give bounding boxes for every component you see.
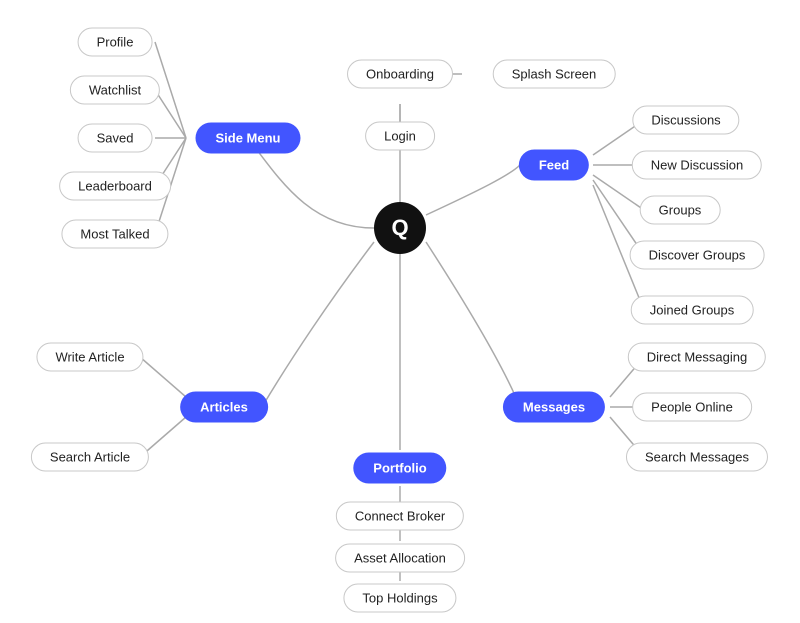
search-messages-node[interactable]: Search Messages bbox=[626, 443, 768, 472]
center-node: Q bbox=[374, 202, 426, 254]
groups-label: Groups bbox=[640, 196, 721, 225]
people-online-label: People Online bbox=[632, 393, 752, 422]
messages-label: Messages bbox=[503, 392, 605, 423]
search-messages-label: Search Messages bbox=[626, 443, 768, 472]
joined-groups-label: Joined Groups bbox=[631, 296, 754, 325]
feed-label: Feed bbox=[519, 150, 589, 181]
connect-broker-label: Connect Broker bbox=[336, 502, 464, 531]
saved-label: Saved bbox=[78, 124, 153, 153]
search-article-label: Search Article bbox=[31, 443, 149, 472]
profile-node[interactable]: Profile bbox=[78, 28, 153, 57]
side-menu-label: Side Menu bbox=[195, 123, 300, 154]
write-article-label: Write Article bbox=[36, 343, 143, 372]
login-label: Login bbox=[365, 122, 435, 151]
discover-groups-label: Discover Groups bbox=[630, 241, 765, 270]
center-label: Q bbox=[374, 202, 426, 254]
top-holdings-label: Top Holdings bbox=[343, 584, 456, 613]
direct-messaging-node[interactable]: Direct Messaging bbox=[628, 343, 766, 372]
saved-node[interactable]: Saved bbox=[78, 124, 153, 153]
discover-groups-node[interactable]: Discover Groups bbox=[630, 241, 765, 270]
onboarding-label: Onboarding bbox=[347, 60, 453, 89]
messages-node[interactable]: Messages bbox=[503, 392, 605, 423]
feed-node[interactable]: Feed bbox=[519, 150, 589, 181]
watchlist-label: Watchlist bbox=[70, 76, 160, 105]
discussions-label: Discussions bbox=[632, 106, 739, 135]
write-article-node[interactable]: Write Article bbox=[36, 343, 143, 372]
new-discussion-label: New Discussion bbox=[632, 151, 762, 180]
articles-label: Articles bbox=[180, 392, 268, 423]
leaderboard-node[interactable]: Leaderboard bbox=[59, 172, 171, 201]
direct-messaging-label: Direct Messaging bbox=[628, 343, 766, 372]
portfolio-node[interactable]: Portfolio bbox=[353, 453, 446, 484]
joined-groups-node[interactable]: Joined Groups bbox=[631, 296, 754, 325]
connect-broker-node[interactable]: Connect Broker bbox=[336, 502, 464, 531]
groups-node[interactable]: Groups bbox=[640, 196, 721, 225]
onboarding-node[interactable]: Onboarding bbox=[347, 60, 453, 89]
search-article-node[interactable]: Search Article bbox=[31, 443, 149, 472]
leaderboard-label: Leaderboard bbox=[59, 172, 171, 201]
side-menu-node[interactable]: Side Menu bbox=[195, 123, 300, 154]
asset-allocation-label: Asset Allocation bbox=[335, 544, 465, 573]
top-holdings-node[interactable]: Top Holdings bbox=[343, 584, 456, 613]
login-node[interactable]: Login bbox=[365, 122, 435, 151]
articles-node[interactable]: Articles bbox=[180, 392, 268, 423]
asset-allocation-node[interactable]: Asset Allocation bbox=[335, 544, 465, 573]
most-talked-node[interactable]: Most Talked bbox=[61, 220, 168, 249]
splash-screen-label: Splash Screen bbox=[493, 60, 616, 89]
people-online-node[interactable]: People Online bbox=[632, 393, 752, 422]
splash-screen-node[interactable]: Splash Screen bbox=[493, 60, 616, 89]
mindmap-canvas: Q Side Menu Profile Watchlist Saved Lead… bbox=[0, 0, 800, 623]
profile-label: Profile bbox=[78, 28, 153, 57]
most-talked-label: Most Talked bbox=[61, 220, 168, 249]
watchlist-node[interactable]: Watchlist bbox=[70, 76, 160, 105]
new-discussion-node[interactable]: New Discussion bbox=[632, 151, 762, 180]
portfolio-label: Portfolio bbox=[353, 453, 446, 484]
discussions-node[interactable]: Discussions bbox=[632, 106, 739, 135]
